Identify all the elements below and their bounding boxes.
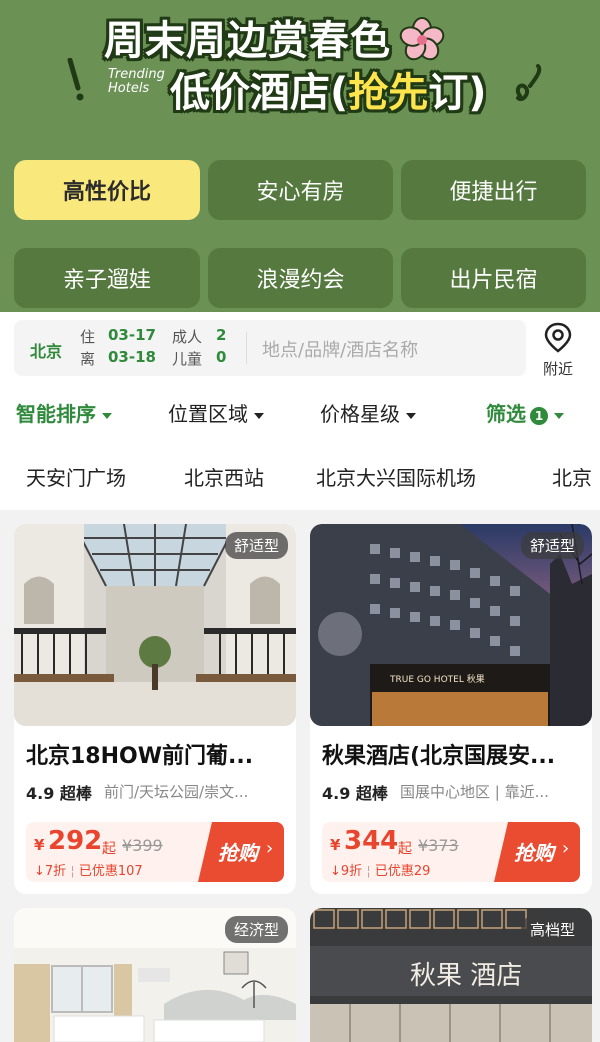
hotel-type-tag: 经济型: [224, 916, 288, 943]
trending-hotels-text: Trending Hotels: [108, 67, 165, 96]
buy-now-button[interactable]: 抢购 ›: [198, 822, 284, 882]
hotel-rating: 4.9 超棒: [26, 784, 92, 803]
hotel-card[interactable]: 舒适型 北京18HOW前门葡... 4.9 超棒 前门/天坛公园/崇文... ¥…: [14, 524, 296, 894]
original-price: ¥399: [122, 836, 163, 855]
hotel-name: 北京18HOW前门葡...: [26, 744, 254, 769]
adults-label: 成人: [172, 328, 203, 346]
city-selector[interactable]: 北京: [30, 338, 62, 362]
nearby-button[interactable]: 附近: [534, 320, 582, 378]
chevron-down-icon: [102, 412, 112, 419]
price-star-dropdown[interactable]: 价格星级: [320, 398, 416, 427]
landmark-chip[interactable]: 北京: [552, 462, 592, 491]
filter-count-badge: 1: [530, 406, 548, 425]
location-dropdown[interactable]: 位置区域: [168, 398, 264, 427]
search-input[interactable]: 地点/品牌/酒店名称: [262, 336, 418, 362]
hotel-card[interactable]: TRUE GO HOTEL 秋果 舒适型 秋果酒店(北京国展安... 4.9 超…: [310, 524, 592, 894]
checkin-date[interactable]: 03-17: [108, 326, 156, 344]
hotel-photo: TRUE GO HOTEL 秋果 舒适型: [310, 524, 592, 726]
arrow-down-icon: ↓: [34, 864, 45, 879]
landmark-chip[interactable]: 北京大兴国际机场: [316, 462, 476, 491]
hotel-photo: 秋果 酒店 高档型: [310, 908, 592, 1042]
chevron-down-icon: [254, 412, 264, 419]
filter-dropdown[interactable]: 筛选 1: [486, 398, 564, 427]
flower-icon: [399, 17, 445, 61]
original-price: ¥373: [418, 836, 459, 855]
hotel-price: 344: [344, 826, 399, 856]
smart-sort-dropdown[interactable]: 智能排序: [16, 398, 112, 427]
exclamation-deco-icon: [67, 58, 84, 101]
checkout-date[interactable]: 03-18: [108, 348, 156, 366]
search-bar: 北京 住 03-17 离 03-18 成人 2 儿童 0 地点/品牌/酒店名称 …: [0, 312, 600, 384]
location-pin-icon: [544, 322, 572, 353]
hotel-type-tag: 高档型: [520, 916, 584, 943]
hotel-sign-text: TRUE GO HOTEL 秋果: [389, 673, 485, 685]
landmark-chips: 天安门广场 北京西站 北京大兴国际机场 北京: [0, 440, 600, 510]
chevron-right-icon: ›: [266, 838, 274, 859]
discount-info: ↓7折 ¦ 已优惠107: [34, 864, 143, 879]
hotel-type-tag: 舒适型: [520, 532, 584, 559]
hotel-location: 前门/天坛公园/崇文...: [104, 783, 249, 801]
landmark-chip[interactable]: 天安门广场: [26, 462, 126, 491]
price-from-label: 起: [102, 841, 116, 857]
hotel-name: 秋果酒店(北京国展安...: [322, 744, 556, 769]
adults-count[interactable]: 2: [216, 326, 226, 344]
category-tab-romance[interactable]: 浪漫约会: [208, 248, 393, 308]
hotel-sign-text: 秋果 酒店: [410, 961, 522, 991]
buy-now-button[interactable]: 抢购 ›: [494, 822, 580, 882]
price-box: ¥ 344 起 ¥373 ↓9折 ¦ 已优惠29 抢购 ›: [322, 822, 580, 882]
banner-title-line2: 低价酒店(抢先订): [170, 70, 487, 116]
hotel-rating: 4.9 超棒: [322, 784, 388, 803]
divider: [246, 332, 247, 364]
category-tab-transit[interactable]: 便捷出行: [401, 160, 586, 220]
promo-banner: 周末周边赏春色 Trending Hotels 低价酒店(抢先订) 高性价比 安…: [0, 0, 600, 312]
banner-title-line1: 周末周边赏春色: [104, 18, 391, 64]
hotel-card[interactable]: 秋果 酒店 高档型: [310, 908, 592, 1042]
currency-symbol: ¥: [330, 836, 341, 854]
discount-info: ↓9折 ¦ 已优惠29: [330, 864, 431, 879]
category-tab-value[interactable]: 高性价比: [14, 160, 200, 220]
checkin-label: 住: [80, 328, 96, 346]
hotel-photo: 舒适型: [14, 524, 296, 726]
nearby-label: 附近: [542, 360, 573, 378]
hotel-type-tag: 舒适型: [224, 532, 288, 559]
squiggle-deco-icon: [515, 64, 542, 101]
landmark-chip[interactable]: 北京西站: [184, 462, 264, 491]
hotel-price: 292: [48, 826, 103, 856]
price-from-label: 起: [398, 841, 412, 857]
hotel-photo: 经济型: [14, 908, 296, 1042]
sort-filter-bar: 智能排序 位置区域 价格星级 筛选 1: [0, 384, 600, 440]
hotel-card[interactable]: 经济型: [14, 908, 296, 1042]
checkout-label: 离: [80, 350, 96, 368]
currency-symbol: ¥: [34, 836, 45, 854]
category-tab-available[interactable]: 安心有房: [208, 160, 393, 220]
chevron-right-icon: ›: [562, 838, 570, 859]
category-tab-photo-bnb[interactable]: 出片民宿: [401, 248, 586, 308]
chevron-down-icon: [554, 412, 564, 419]
hotel-location: 国展中心地区 | 靠近...: [400, 783, 549, 801]
children-label: 儿童: [172, 350, 203, 368]
chevron-down-icon: [406, 412, 416, 419]
children-count[interactable]: 0: [216, 348, 226, 366]
category-tab-family[interactable]: 亲子遛娃: [14, 248, 200, 308]
search-box[interactable]: 北京 住 03-17 离 03-18 成人 2 儿童 0 地点/品牌/酒店名称: [14, 320, 526, 376]
arrow-down-icon: ↓: [330, 864, 341, 879]
price-box: ¥ 292 起 ¥399 ↓7折 ¦ 已优惠107 抢购 ›: [26, 822, 284, 882]
